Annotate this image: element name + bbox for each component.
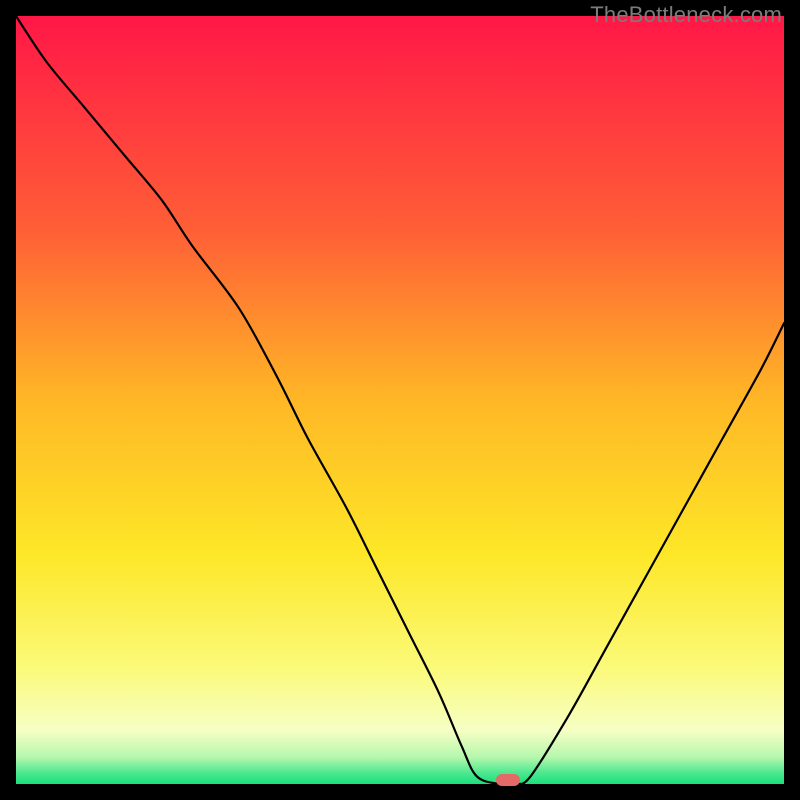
bottleneck-curve (16, 16, 784, 784)
plot-area (16, 16, 784, 784)
chart-frame: TheBottleneck.com (0, 0, 800, 800)
watermark-text: TheBottleneck.com (590, 2, 782, 28)
optimum-marker (496, 774, 520, 786)
